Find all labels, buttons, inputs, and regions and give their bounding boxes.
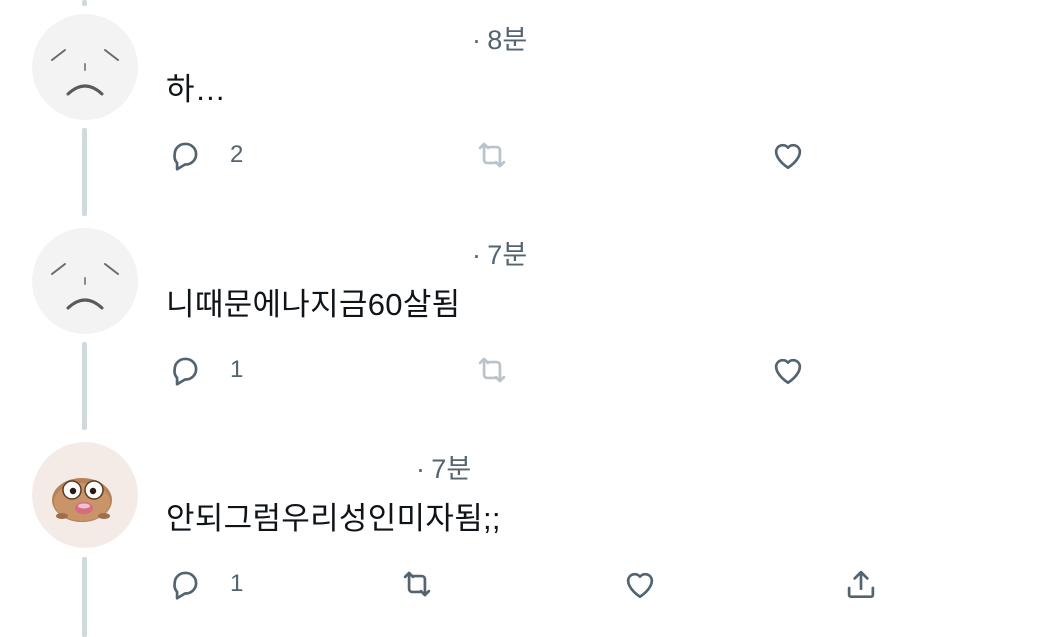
tweet-time[interactable]: · 7분 <box>416 447 471 486</box>
like-icon <box>774 358 802 385</box>
share-button[interactable] <box>842 564 880 604</box>
reply-button[interactable]: 1 <box>166 350 243 390</box>
retweet-button[interactable] <box>398 564 436 604</box>
time-separator: · <box>472 25 482 55</box>
time-separator: · <box>416 454 426 484</box>
thread-line <box>82 342 87 430</box>
retweet-button[interactable] <box>473 350 511 390</box>
like-icon <box>626 572 654 599</box>
thread-line <box>82 0 87 6</box>
avatar[interactable] <box>32 442 138 548</box>
avatar[interactable] <box>32 228 138 334</box>
sad-face-avatar <box>32 228 138 334</box>
time-label: 7분 <box>431 454 472 484</box>
retweet-icon <box>478 357 506 383</box>
tweet-text: 하… <box>166 72 227 107</box>
time-label: 7분 <box>487 240 528 270</box>
reply-count: 2 <box>230 141 244 168</box>
tweet-time[interactable]: · 7분 <box>472 233 527 272</box>
reply-icon <box>173 357 198 386</box>
like-button[interactable] <box>621 564 659 604</box>
reply-count: 1 <box>230 356 244 383</box>
reply-icon <box>173 571 198 600</box>
tweet-text: 니때문에나지금60살됨 <box>166 287 461 322</box>
like-button[interactable] <box>769 135 807 175</box>
like-icon <box>774 143 802 170</box>
sad-face-avatar <box>32 14 138 120</box>
reply-button[interactable]: 1 <box>166 564 243 604</box>
retweet-icon <box>478 142 506 168</box>
retweet-button[interactable] <box>473 135 511 175</box>
retweet-icon <box>403 571 431 597</box>
thread-line <box>82 557 87 637</box>
character-avatar <box>32 442 138 548</box>
time-separator: · <box>472 240 482 270</box>
reply-count: 1 <box>230 570 244 597</box>
reply-icon <box>173 142 198 171</box>
share-icon <box>847 570 875 599</box>
tweet-text: 안되그럼우리성인미자됨;; <box>166 501 501 536</box>
like-button[interactable] <box>769 350 807 390</box>
time-label: 8분 <box>487 25 528 55</box>
avatar[interactable] <box>32 14 138 120</box>
reply-button[interactable]: 2 <box>166 135 243 175</box>
thread-line <box>82 128 87 216</box>
tweet-time[interactable]: · 8분 <box>472 18 527 57</box>
